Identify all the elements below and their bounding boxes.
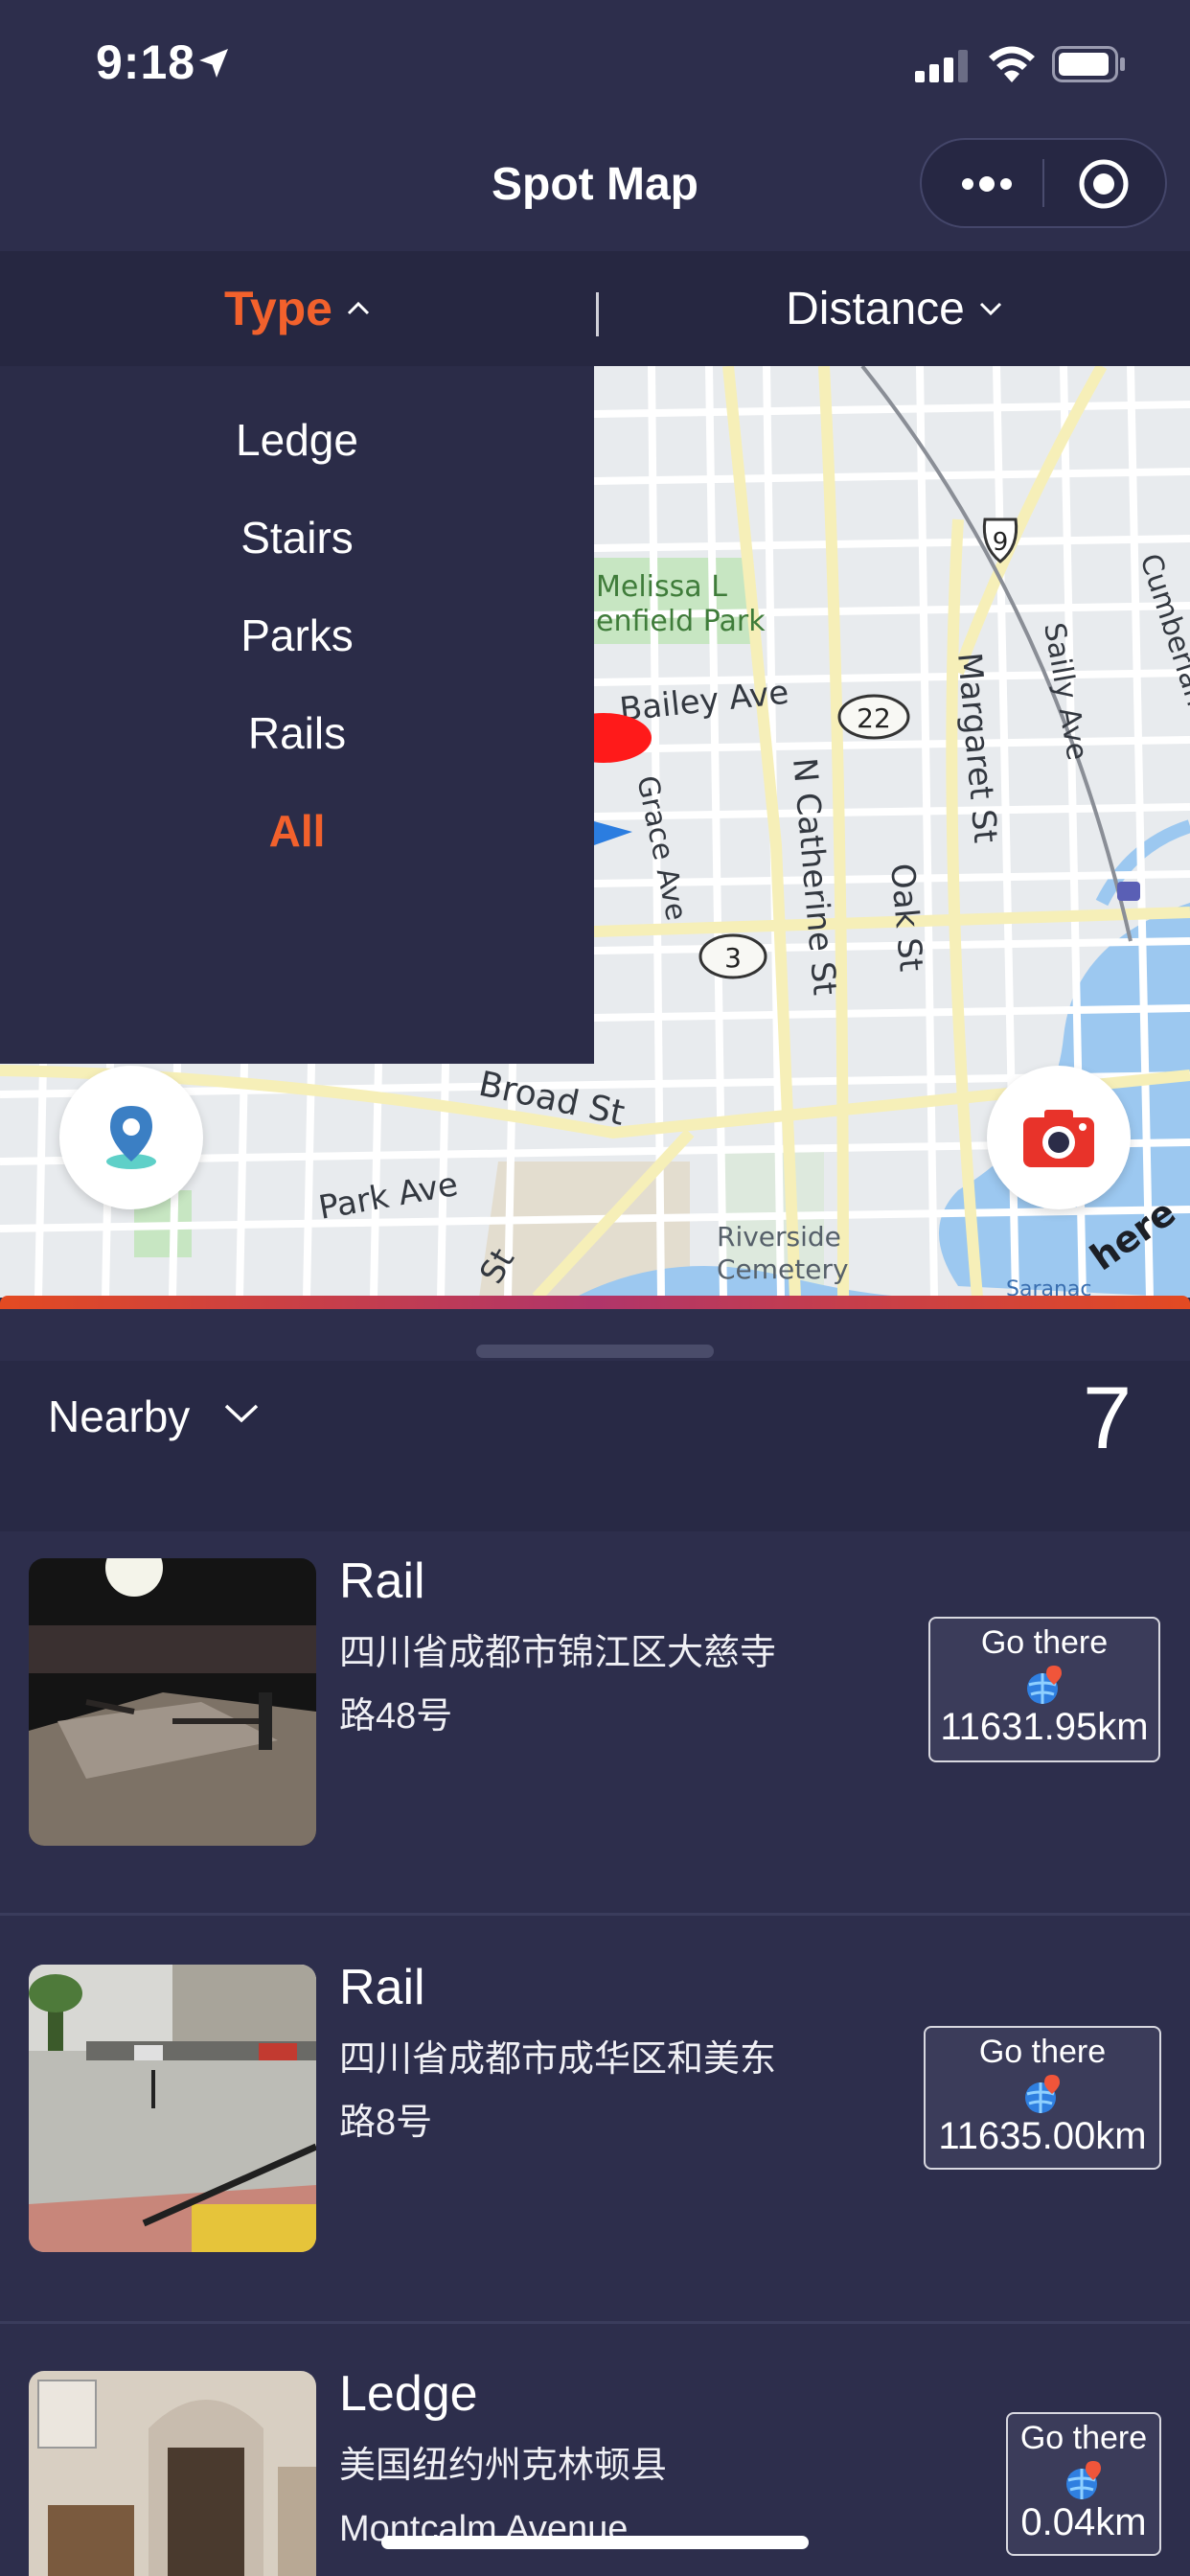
nearby-header <box>0 1361 1190 1531</box>
add-spot-camera-button[interactable] <box>987 1066 1131 1209</box>
locate-me-button[interactable] <box>59 1066 203 1209</box>
go-there-label: Go there <box>980 1624 1109 1661</box>
street-rail-photo <box>29 1965 316 2252</box>
spot-photo[interactable] <box>29 1558 316 1846</box>
camera-icon <box>1023 1110 1094 1167</box>
more-options-button[interactable] <box>939 146 1035 222</box>
wifi-icon <box>989 46 1035 82</box>
distance-filter-label: Distance <box>786 283 965 334</box>
go-there-button[interactable]: Go there 11631.95km <box>928 1617 1160 1762</box>
route-number: 9 <box>993 528 1009 557</box>
type-filter-tab[interactable]: Type <box>0 251 595 366</box>
go-there-button[interactable]: Go there 0.04km <box>1006 2412 1161 2556</box>
more-dots-icon <box>962 176 1012 192</box>
type-filter-label: Type <box>224 282 332 335</box>
sheet-drag-handle[interactable] <box>476 1345 714 1358</box>
spot-address: 四川省成都市成华区和美东路8号 <box>339 2039 777 2143</box>
spot-distance: 11635.00km <box>938 2115 1147 2157</box>
spot-title: Ledge <box>339 2366 478 2422</box>
map-label: Saranac <box>1006 1277 1092 1298</box>
globe-pin-icon <box>1066 2461 1101 2499</box>
home-indicator[interactable] <box>381 2536 809 2549</box>
target-circle-icon <box>1079 159 1129 209</box>
chevron-down-icon[interactable] <box>222 1401 261 1426</box>
distance-filter-tab[interactable]: Distance <box>599 251 1190 366</box>
go-there-button[interactable]: Go there 11635.00km <box>924 2026 1161 2170</box>
battery-icon <box>1052 46 1125 82</box>
cellular-signal-icon <box>915 50 968 82</box>
globe-pin-icon <box>1025 2075 1060 2113</box>
type-option-all[interactable]: All <box>0 805 594 857</box>
spot-photo[interactable] <box>29 2371 316 2576</box>
chevron-down-icon <box>979 302 1001 316</box>
spot-count: 7 <box>1083 1369 1133 1467</box>
route-number: 3 <box>724 942 742 974</box>
spot-photo[interactable] <box>29 1965 316 2252</box>
type-option-rails[interactable]: Rails <box>0 707 594 759</box>
map-label: Cemetery <box>717 1254 849 1285</box>
map-label: Riverside <box>717 1221 841 1253</box>
map-label: Melissa L <box>596 570 727 604</box>
row-separator <box>0 2321 1190 2324</box>
nearby-sort-dropdown[interactable]: Nearby <box>48 1388 190 1445</box>
spot-title: Rail <box>339 1553 425 1609</box>
location-arrow-icon <box>199 49 228 78</box>
indoor-ledge-photo <box>29 2371 316 2576</box>
spot-address: 四川省成都市锦江区大慈寺路48号 <box>339 1633 777 1736</box>
skatepark-night-photo <box>29 1558 316 1846</box>
camera-poi-icon <box>1117 882 1140 901</box>
row-separator <box>0 1913 1190 1916</box>
spot-distance: 0.04km <box>1020 2501 1147 2543</box>
route-shield: 22 <box>837 694 910 740</box>
location-pin-icon <box>106 1106 156 1169</box>
go-there-label: Go there <box>978 2034 1107 2070</box>
chevron-up-icon <box>347 301 370 315</box>
globe-pin-icon <box>1027 1666 1062 1704</box>
route-number: 22 <box>857 702 891 734</box>
type-option-stairs[interactable]: Stairs <box>0 512 594 564</box>
type-option-parks[interactable]: Parks <box>0 610 594 661</box>
close-program-button[interactable] <box>1056 146 1152 222</box>
go-there-label: Go there <box>1019 2420 1148 2456</box>
route-shield: 3 <box>698 933 767 979</box>
status-time: 9:18 <box>96 35 196 89</box>
map-label: enfield Park <box>596 605 766 638</box>
type-dropdown-menu: Ledge Stairs Parks Rails All <box>0 366 594 1064</box>
type-option-ledge[interactable]: Ledge <box>0 414 594 466</box>
capsule-divider <box>1042 159 1044 207</box>
spot-title: Rail <box>339 1960 425 2015</box>
spot-distance: 11631.95km <box>940 1706 1149 1748</box>
